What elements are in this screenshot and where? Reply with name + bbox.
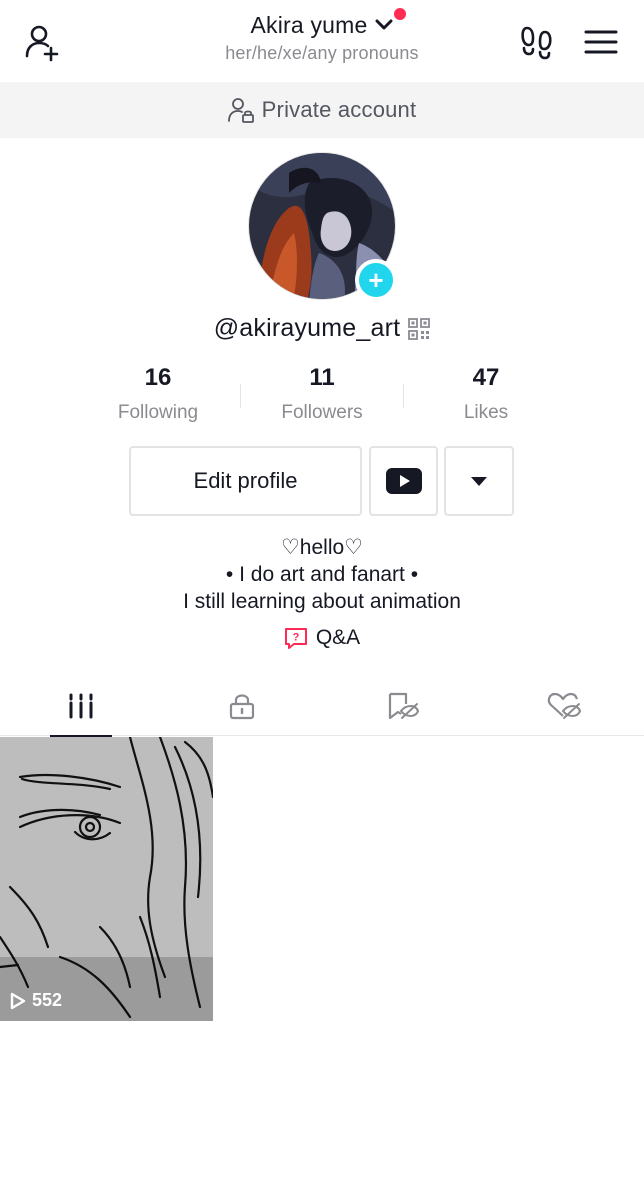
bio-line: • I do art and fanart • <box>225 563 419 586</box>
stat-label: Likes <box>463 402 509 423</box>
add-user-icon <box>25 25 59 62</box>
play-icon <box>10 992 26 1009</box>
edit-profile-label: Edit profile <box>193 468 298 493</box>
notification-dot <box>393 8 406 20</box>
tab-favorites[interactable] <box>322 676 483 736</box>
youtube-icon <box>385 468 422 494</box>
chevron-down-icon <box>375 19 393 29</box>
content-tabs <box>0 676 644 737</box>
menu-button[interactable] <box>578 20 624 64</box>
footprint-icon <box>521 26 552 60</box>
video-thumbnail[interactable]: 552 <box>0 737 213 1021</box>
video-artwork <box>0 737 213 1021</box>
account-switcher[interactable]: Akira yume <box>250 8 406 39</box>
profile-header: Akira yume her/he/xe/any pronouns <box>0 0 644 82</box>
username-row: @akirayume_art <box>0 314 644 343</box>
stat-label: Followers <box>281 402 363 423</box>
tab-private[interactable] <box>161 676 322 736</box>
person-lock-icon <box>227 98 254 123</box>
profile-stats: 16 Following 11 Followers 47 Likes <box>76 364 568 434</box>
stat-value: 16 <box>144 364 172 391</box>
video-view-count: 552 <box>10 990 62 1011</box>
grid-icon <box>69 693 92 719</box>
stat-value: 47 <box>472 364 500 391</box>
stat-label: Following <box>117 402 199 423</box>
qa-label: Q&A <box>315 626 361 649</box>
username: @akirayume_art <box>213 314 401 342</box>
caret-down-icon <box>471 477 487 486</box>
qa-icon: ? <box>284 628 307 649</box>
bookmark-hidden-icon <box>388 692 419 720</box>
bio: ♡hello♡ • I do art and fanart • I still … <box>0 534 644 615</box>
stat-divider <box>240 384 241 408</box>
view-count: 552 <box>32 990 63 1010</box>
stat-followers[interactable]: 11 Followers <box>240 364 404 434</box>
youtube-button[interactable] <box>369 446 438 516</box>
profile-views-button[interactable] <box>514 20 560 64</box>
more-options-button[interactable] <box>444 446 514 516</box>
tab-liked[interactable] <box>483 676 644 736</box>
private-account-banner: Private account <box>0 82 644 138</box>
lock-icon <box>229 694 254 720</box>
stat-likes[interactable]: 47 Likes <box>404 364 568 434</box>
bio-line: I still learning about animation <box>183 590 461 613</box>
edit-profile-button[interactable]: Edit profile <box>129 446 362 516</box>
heart-hidden-icon <box>547 692 581 719</box>
private-account-text: Private account <box>261 97 417 122</box>
stat-following[interactable]: 16 Following <box>76 364 240 434</box>
qa-link[interactable]: ? Q&A <box>0 626 644 650</box>
add-story-button[interactable]: + <box>355 259 397 301</box>
bio-line: ♡hello♡ <box>280 536 364 559</box>
qr-code-icon[interactable] <box>408 317 431 340</box>
display-name: Akira yume <box>250 12 368 38</box>
pronouns: her/he/xe/any pronouns <box>225 43 419 63</box>
title-area: Akira yume her/he/xe/any pronouns <box>150 8 494 64</box>
plus-icon: + <box>368 265 384 295</box>
svg-text:?: ? <box>292 632 299 644</box>
tab-videos[interactable] <box>0 676 161 737</box>
add-user-button[interactable] <box>20 20 66 64</box>
stat-value: 11 <box>309 364 335 391</box>
hamburger-menu-icon <box>584 30 618 54</box>
